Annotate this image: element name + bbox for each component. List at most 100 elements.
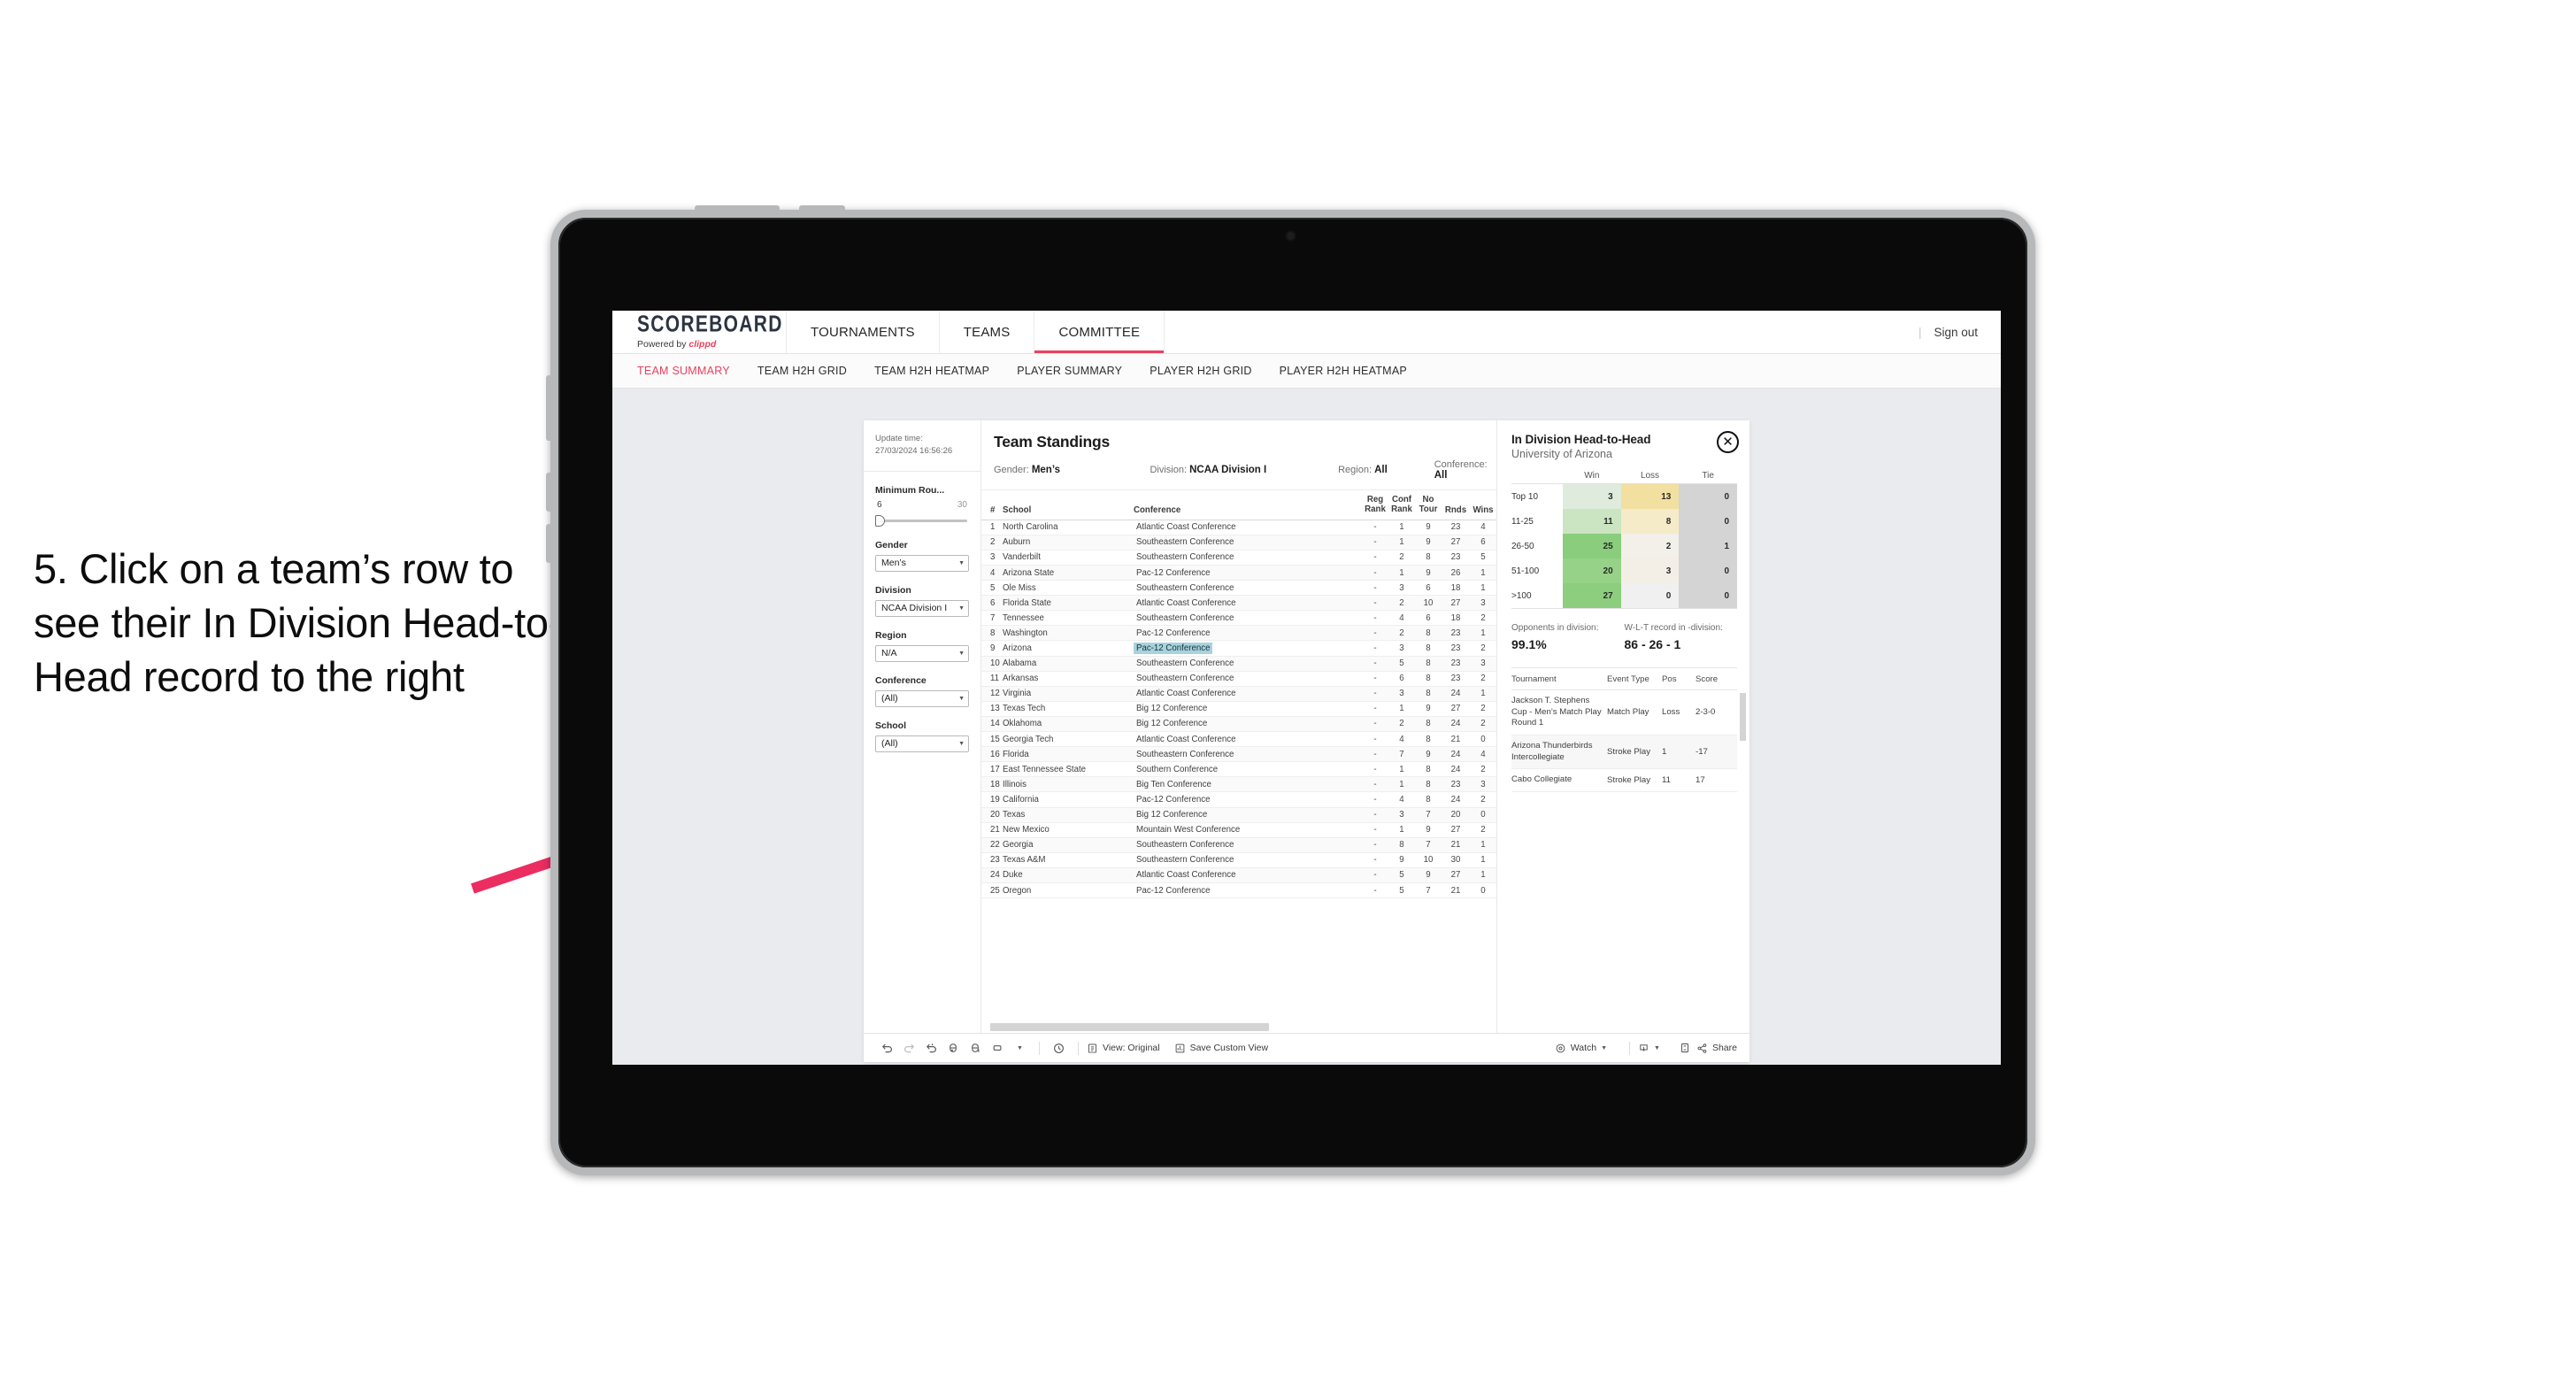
col-header-reg-rank[interactable]: Reg Rank (1362, 495, 1388, 515)
chevron-down-icon: ▼ (958, 650, 965, 657)
division-select[interactable]: NCAA Division I ▼ (875, 599, 969, 617)
tournament-row[interactable]: Cabo Collegiate Stroke Play 11 17 (1511, 769, 1737, 792)
cell-school: New Mexico (1003, 825, 1050, 835)
gender-select[interactable]: Men’s ▼ (875, 554, 969, 572)
table-row[interactable]: 7 Tennessee Southeastern Conference - 4 6 18 2 (981, 611, 1496, 627)
tournaments-vertical-scrollbar[interactable] (1740, 693, 1746, 741)
col-header-no-tour[interactable]: No Tour (1415, 495, 1442, 515)
conference-select[interactable]: (All) ▼ (875, 689, 969, 707)
cell-rnds: 24 (1450, 719, 1461, 729)
tab-team-h2h-grid[interactable]: TEAM H2H GRID (757, 365, 874, 377)
col-header-pos[interactable]: Pos (1662, 674, 1696, 684)
sign-out-link[interactable]: Sign out (1934, 326, 1978, 339)
nav-item-tournaments[interactable]: TOURNAMENTS (787, 311, 940, 353)
h2h-col-header-win: Win (1584, 471, 1600, 481)
col-header-score[interactable]: Score (1696, 674, 1731, 684)
table-row[interactable]: 17 East Tennessee State Southern Conferenc… (981, 762, 1496, 778)
table-row[interactable]: 10 Alabama Southeastern Conference - 5 8 23 3 (981, 656, 1496, 672)
active-filter-summary: Gender: Men’s Division: NCAA Division I … (981, 451, 1496, 490)
col-header-school[interactable]: School (1003, 505, 1134, 515)
h2h-tie-cell: 0 (1679, 509, 1738, 534)
table-row[interactable]: 8 Washington Pac-12 Conference - 2 8 23 1 (981, 626, 1496, 642)
table-row[interactable]: 6 Florida State Atlantic Coast Conference -… (981, 596, 1496, 612)
brand-tagline-accent: clippd (688, 338, 717, 350)
table-row[interactable]: 12 Virginia Atlantic Coast Conference - 3 8 24… (981, 686, 1496, 702)
fullscreen-icon[interactable] (1674, 1038, 1696, 1058)
nav-item-committee[interactable]: COMMITTEE (1034, 311, 1165, 353)
view-original-button[interactable]: View: Original (1087, 1043, 1160, 1054)
close-icon[interactable]: ✕ (1717, 431, 1739, 453)
minimum-rounds-min: 6 (877, 499, 882, 510)
region-select[interactable]: N/A ▼ (875, 644, 969, 662)
table-row[interactable]: 25 Oregon Pac-12 Conference - 5 7 21 0 (981, 883, 1496, 899)
school-select[interactable]: (All) ▼ (875, 735, 969, 752)
cell-no-tour: 7 (1426, 840, 1431, 851)
watch-button[interactable]: Watch ▼ (1555, 1043, 1607, 1054)
bookmark-icon[interactable] (987, 1038, 1009, 1058)
table-row[interactable]: 13 Texas Tech Big 12 Conference - 1 9 27 2 (981, 702, 1496, 717)
tab-player-h2h-heatmap[interactable]: PLAYER H2H HEATMAP (1280, 365, 1434, 377)
cell-conference: Pac-12 Conference (1134, 643, 1362, 655)
side-button-a (546, 473, 553, 512)
col-header-wins[interactable]: Wins (1470, 505, 1496, 515)
undo-icon[interactable] (876, 1038, 898, 1058)
nav-item-teams[interactable]: TEAMS (940, 311, 1035, 353)
table-row[interactable]: 19 California Pac-12 Conference - 4 8 24 2 (981, 792, 1496, 808)
share-button[interactable]: Share (1696, 1043, 1737, 1054)
filter-summary-region-value: All (1374, 465, 1388, 475)
table-horizontal-scrollbar[interactable] (981, 1023, 1496, 1033)
refresh-icon[interactable] (942, 1038, 965, 1058)
table-row[interactable]: 11 Arkansas Southeastern Conference - 6 8 23 2 (981, 672, 1496, 687)
col-header-rnds[interactable]: Rnds (1442, 505, 1470, 515)
minimum-rounds-slider[interactable] (875, 514, 969, 527)
table-row[interactable]: 23 Texas A&M Southeastern Conference - 9 10 30… (981, 853, 1496, 868)
table-row[interactable]: 1 North Carolina Atlantic Coast Conference… (981, 520, 1496, 535)
tab-player-summary[interactable]: PLAYER SUMMARY (1017, 365, 1150, 377)
table-row[interactable]: 24 Duke Atlantic Coast Conference - 5 9 27 1 (981, 867, 1496, 883)
download-button[interactable]: ▼ (1638, 1043, 1660, 1054)
cell-conference: Pac-12 Conference (1134, 628, 1362, 639)
cell-rank: 17 (990, 764, 1000, 774)
tab-team-h2h-heatmap[interactable]: TEAM H2H HEATMAP (874, 365, 1017, 377)
cell-event-type: Match Play (1607, 707, 1649, 718)
tournament-row[interactable]: Jackson T. Stephens Cup - Men’s Match Pl… (1511, 690, 1737, 735)
table-row[interactable]: 21 New Mexico Mountain West Conference - 1 9 2… (981, 823, 1496, 838)
cell-wins: 6 (1480, 537, 1486, 548)
cell-rnds: 27 (1450, 870, 1461, 881)
cell-conference: Big 12 Conference (1134, 703, 1362, 714)
col-header-conf-rank[interactable]: Conf Rank (1388, 495, 1415, 515)
tab-player-h2h-grid[interactable]: PLAYER H2H GRID (1150, 365, 1279, 377)
table-row[interactable]: 5 Ole Miss Southeastern Conference - 3 6 18 1 (981, 581, 1496, 597)
table-row[interactable]: 22 Georgia Southeastern Conference - 8 7 21 1 (981, 837, 1496, 853)
table-row[interactable]: 15 Georgia Tech Atlantic Coast Conference -… (981, 732, 1496, 748)
col-header-rank[interactable]: # (981, 505, 1003, 515)
slider-handle[interactable] (875, 514, 885, 527)
scrollbar-thumb[interactable] (990, 1023, 1269, 1031)
table-row[interactable]: 2 Auburn Southeastern Conference - 1 9 27 6 (981, 535, 1496, 551)
table-row[interactable]: 3 Vanderbilt Southeastern Conference - 2 8 23 5 (981, 551, 1496, 566)
table-row[interactable]: 16 Florida Southeastern Conference - 7 9 24 4 (981, 747, 1496, 763)
conference-pill: Southeastern Conference (1136, 658, 1234, 669)
cell-no-tour: 8 (1426, 552, 1431, 563)
col-header-tournament[interactable]: Tournament (1511, 674, 1607, 684)
pause-icon[interactable] (965, 1038, 987, 1058)
brand-logo[interactable]: SCOREBOARD Powered by clippd (612, 311, 787, 353)
clock-icon[interactable] (1048, 1038, 1070, 1058)
table-row[interactable]: 20 Texas Big 12 Conference -3 7 20 0 (981, 807, 1496, 823)
redo-icon[interactable] (898, 1038, 920, 1058)
table-row[interactable]: 4 Arizona State Pac-12 Conference - 1 9 26 1 (981, 566, 1496, 581)
tournament-row[interactable]: Arizona Thunderbirds Intercollegiate Stro… (1511, 735, 1737, 770)
cell-no-tour: 8 (1426, 794, 1431, 805)
cell-reg-rank: - (1373, 552, 1377, 563)
revert-icon[interactable] (920, 1038, 942, 1058)
table-row[interactable]: 9 Arizona Pac-12 Conference - 3 8 23 2 (981, 641, 1496, 657)
table-row[interactable]: 18 Illinois Big Ten Conference -1 8 23 3 (981, 777, 1496, 793)
save-custom-view-button[interactable]: Save Custom View (1174, 1043, 1268, 1054)
caret-icon[interactable]: ▼ (1009, 1038, 1031, 1058)
col-header-event-type[interactable]: Event Type (1607, 674, 1662, 684)
col-header-conference[interactable]: Conference (1134, 505, 1362, 515)
cell-no-tour: 8 (1426, 674, 1431, 684)
table-row[interactable]: 14 Oklahoma Big 12 Conference - 2 8 24 2 (981, 716, 1496, 733)
tab-team-summary[interactable]: TEAM SUMMARY (637, 365, 757, 377)
conference-pill: Atlantic Coast Conference (1136, 734, 1236, 744)
